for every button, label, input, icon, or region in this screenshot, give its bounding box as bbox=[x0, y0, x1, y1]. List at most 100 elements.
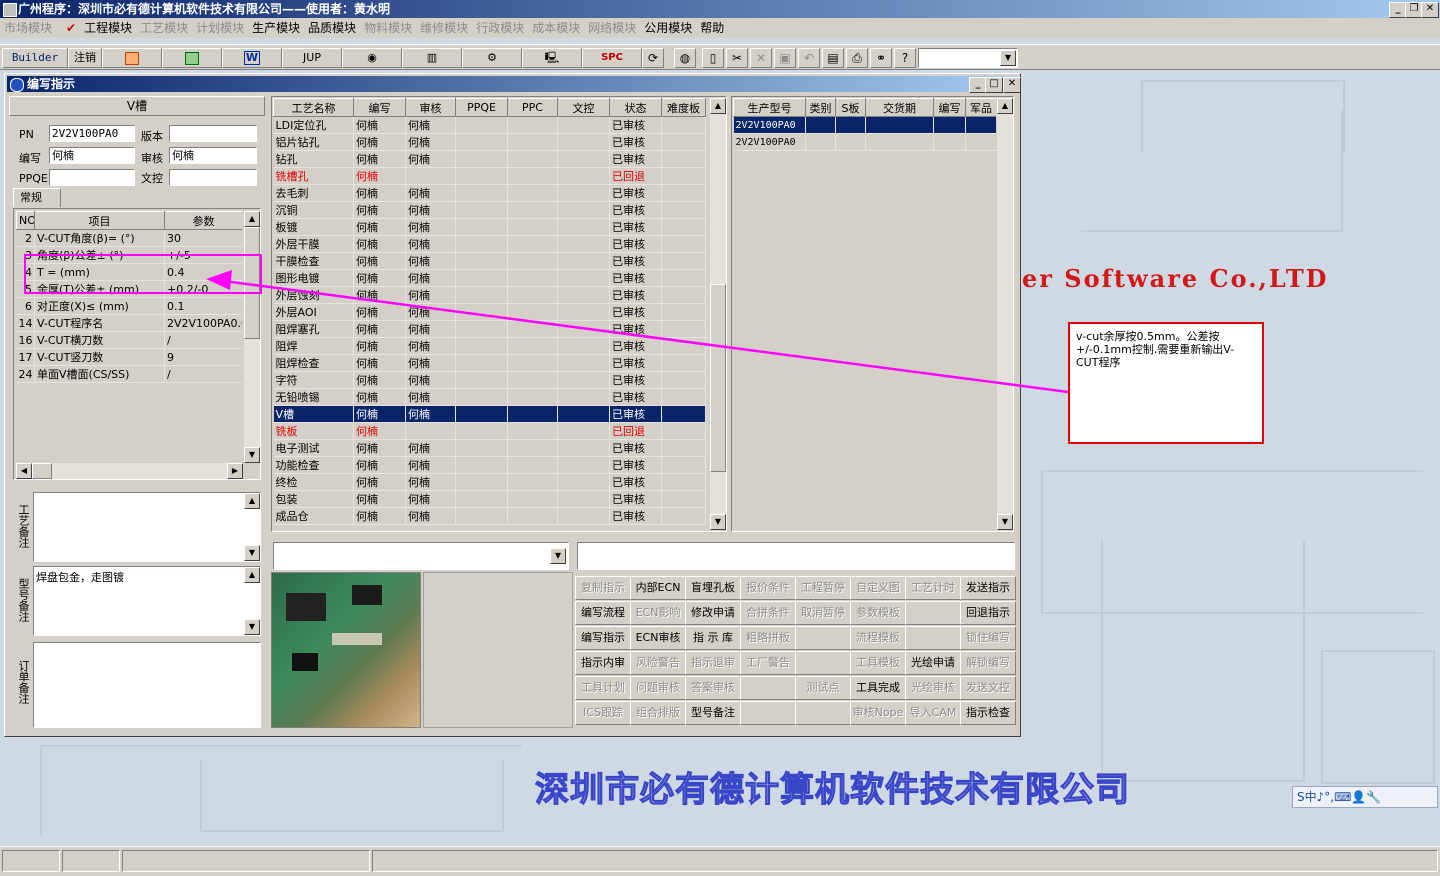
action-button-1-3[interactable]: 合拼条件 bbox=[740, 601, 796, 625]
action-button-2-3[interactable]: 粗略拼板 bbox=[740, 626, 796, 650]
action-button-0-7[interactable]: 发送指示 bbox=[960, 576, 1016, 600]
table-row[interactable]: 阻焊塞孔 何楠 何楠 已审核 bbox=[273, 320, 706, 338]
menu-item-5[interactable]: 品质模块 bbox=[304, 18, 360, 38]
process-col-header[interactable]: 状态 bbox=[609, 98, 662, 117]
remark-input[interactable] bbox=[577, 542, 1015, 570]
table-row[interactable]: 功能检查 何楠 何楠 已审核 bbox=[273, 456, 706, 474]
model-col-header[interactable]: 交货期 bbox=[865, 98, 934, 117]
scroll-down-icon[interactable]: ▼ bbox=[244, 619, 260, 635]
process-col-header[interactable]: 审核 bbox=[405, 98, 456, 117]
action-button-2-4[interactable] bbox=[795, 626, 851, 650]
table-row[interactable]: 终检 何楠 何楠 已审核 bbox=[273, 473, 706, 491]
reviewer-field[interactable]: 何楠 bbox=[169, 147, 257, 164]
find-button[interactable]: ⚭ bbox=[870, 48, 892, 68]
window-close-button[interactable]: ✕ bbox=[1003, 77, 1021, 93]
action-button-5-5[interactable]: 审核Nope bbox=[850, 701, 906, 725]
action-button-3-0[interactable]: 指示内审 bbox=[575, 651, 631, 675]
table-row[interactable]: 包装 何楠 何楠 已审核 bbox=[273, 490, 706, 508]
model-col-header[interactable]: 生产型号 bbox=[733, 98, 806, 117]
action-button-4-5[interactable]: 工具完成 bbox=[850, 676, 906, 700]
scroll-up-icon[interactable]: ▲ bbox=[710, 98, 726, 114]
table-row[interactable]: LDI定位孔 何楠 何楠 已审核 bbox=[273, 116, 706, 134]
action-button-3-3[interactable]: 工厂警告 bbox=[740, 651, 796, 675]
table-row[interactable]: 无铅喷锡 何楠 何楠 已审核 bbox=[273, 388, 706, 406]
save-button[interactable]: ▣ bbox=[774, 48, 796, 68]
action-button-5-6[interactable]: 导入CAM bbox=[905, 701, 961, 725]
params-vscrollbar[interactable]: ▲ ▼ bbox=[243, 211, 260, 463]
table-row[interactable]: 阻焊检查 何楠 何楠 已审核 bbox=[273, 354, 706, 372]
new-button[interactable]: ▯ bbox=[702, 48, 724, 68]
help-button[interactable]: ? bbox=[894, 48, 916, 68]
action-button-5-2[interactable]: 型号备注 bbox=[685, 701, 741, 725]
menu-item-11[interactable]: 公用模块 bbox=[640, 18, 696, 38]
process-col-header[interactable]: 难度板 bbox=[661, 98, 706, 117]
tab-general[interactable]: 常规 bbox=[13, 188, 61, 207]
undo-button[interactable]: ↶ bbox=[798, 48, 820, 68]
action-button-1-1[interactable]: ECN影响 bbox=[630, 601, 686, 625]
action-button-0-1[interactable]: 内部ECN bbox=[630, 576, 686, 600]
action-button-4-2[interactable]: 答案审核 bbox=[685, 676, 741, 700]
action-button-2-5[interactable]: 流程模板 bbox=[850, 626, 906, 650]
table-row[interactable]: V槽 何楠 何楠 已审核 bbox=[273, 405, 706, 423]
editor-field[interactable]: 何楠 bbox=[49, 147, 135, 164]
action-button-3-2[interactable]: 指示退审 bbox=[685, 651, 741, 675]
table-row[interactable]: 去毛刺 何楠 何楠 已审核 bbox=[273, 184, 706, 202]
view-button[interactable]: ◉ bbox=[342, 48, 402, 68]
action-button-2-6[interactable] bbox=[905, 626, 961, 650]
ime-toolbar[interactable]: S中♪°,⌨👤🔧 bbox=[1292, 786, 1438, 808]
pn-field[interactable]: 2V2V100PA0 bbox=[49, 125, 135, 142]
logout-button[interactable]: 注销 bbox=[68, 48, 102, 68]
action-button-3-6[interactable]: 光绘申请 bbox=[905, 651, 961, 675]
table-row[interactable]: 铝片钻孔 何楠 何楠 已审核 bbox=[273, 133, 706, 151]
order-note-field[interactable] bbox=[33, 642, 261, 728]
action-button-5-4[interactable] bbox=[795, 701, 851, 725]
action-button-2-2[interactable]: 指 示 库 bbox=[685, 626, 741, 650]
table-row[interactable]: 17 V-CUT竖刀数 9 bbox=[16, 348, 242, 366]
action-button-3-1[interactable]: 风险警告 bbox=[630, 651, 686, 675]
process-combo[interactable]: ▼ bbox=[273, 542, 569, 570]
delete-button[interactable]: ✕ bbox=[750, 48, 772, 68]
params-hscrollbar[interactable]: ◀ ▶ bbox=[16, 463, 243, 479]
process-col-header[interactable]: 工艺名称 bbox=[273, 98, 354, 117]
process-col-header[interactable]: 编写 bbox=[353, 98, 406, 117]
excel-button[interactable] bbox=[162, 48, 222, 68]
action-button-4-6[interactable]: 光绘审核 bbox=[905, 676, 961, 700]
menu-item-8[interactable]: 行政模块 bbox=[472, 18, 528, 38]
scroll-down-icon[interactable]: ▼ bbox=[244, 545, 260, 561]
close-button[interactable]: ✕ bbox=[1421, 2, 1439, 18]
model-col-header[interactable]: 编写 bbox=[933, 98, 966, 117]
process-scroll-thumb[interactable] bbox=[710, 284, 726, 472]
table-row[interactable]: 电子测试 何楠 何楠 已审核 bbox=[273, 439, 706, 457]
table-row[interactable]: 字符 何楠 何楠 已审核 bbox=[273, 371, 706, 389]
scroll-down-icon[interactable]: ▼ bbox=[710, 514, 726, 530]
action-button-0-2[interactable]: 盲埋孔板 bbox=[685, 576, 741, 600]
scroll-left-icon[interactable]: ◀ bbox=[16, 463, 32, 479]
action-button-2-1[interactable]: ECN审核 bbox=[630, 626, 686, 650]
table-row[interactable]: 24 单面V槽面(CS/SS) / bbox=[16, 365, 242, 383]
col-param[interactable]: 参数 bbox=[164, 211, 242, 230]
process-col-header[interactable]: PPQE bbox=[455, 98, 508, 117]
action-button-5-7[interactable]: 指示检查 bbox=[960, 701, 1016, 725]
model-col-header[interactable]: S板 bbox=[835, 98, 866, 117]
printer-button[interactable]: 🖳 bbox=[522, 48, 582, 68]
process-col-header[interactable]: 文控 bbox=[557, 98, 610, 117]
scroll-right-icon[interactable]: ▶ bbox=[227, 463, 243, 479]
col-item[interactable]: 项目 bbox=[34, 211, 165, 230]
action-button-0-3[interactable]: 报价条件 bbox=[740, 576, 796, 600]
builder-button[interactable]: Builder bbox=[2, 48, 68, 68]
window-maximize-button[interactable]: □ bbox=[985, 77, 1003, 93]
table-row[interactable]: 外层AOI 何楠 何楠 已审核 bbox=[273, 303, 706, 321]
toolbar-combo[interactable]: ▼ bbox=[918, 48, 1018, 68]
spc-button[interactable]: SPC bbox=[582, 48, 642, 68]
table-row[interactable]: 14V-CUT程序名2V2V100PA0.CS bbox=[16, 314, 242, 332]
scroll-up-icon[interactable]: ▲ bbox=[244, 567, 260, 583]
menu-item-10[interactable]: 网络模块 bbox=[584, 18, 640, 38]
action-button-0-0[interactable]: 复制指示 bbox=[575, 576, 631, 600]
scroll-down-icon[interactable]: ▼ bbox=[997, 514, 1013, 530]
table-row[interactable]: 成品仓 何楠 何楠 已审核 bbox=[273, 507, 706, 525]
table-row[interactable]: 阻焊 何楠 何楠 已审核 bbox=[273, 337, 706, 355]
powerpoint-button[interactable] bbox=[102, 48, 162, 68]
doc-control-field[interactable] bbox=[169, 169, 257, 186]
action-button-0-5[interactable]: 自定义图 bbox=[850, 576, 906, 600]
table-row[interactable]: 外层干膜 何楠 何楠 已审核 bbox=[273, 235, 706, 253]
